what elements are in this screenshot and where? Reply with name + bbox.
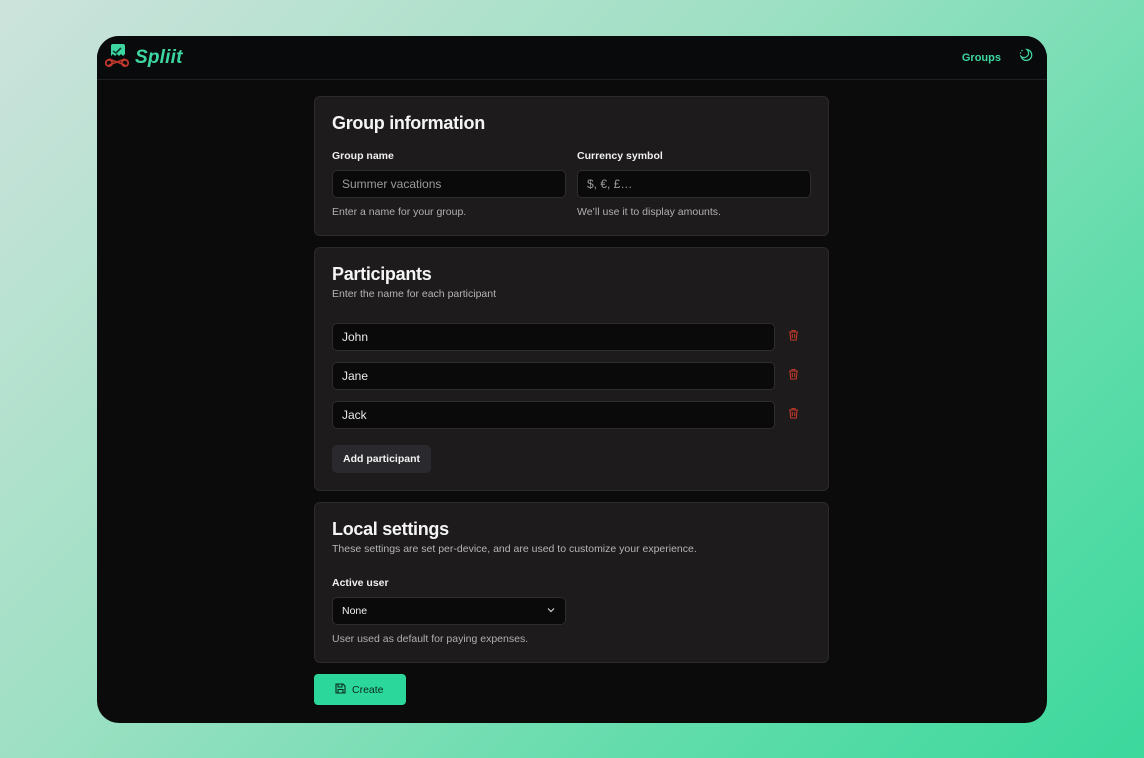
currency-symbol-input[interactable] [577,170,811,198]
currency-symbol-field: Currency symbol We’ll use it to display … [577,150,811,218]
create-group-button[interactable]: Create [314,674,406,705]
currency-symbol-help: We’ll use it to display amounts. [577,206,721,218]
trash-icon [788,367,799,385]
chevron-down-icon [546,602,556,620]
group-name-input[interactable] [332,170,566,198]
participant-name-input[interactable] [332,323,775,351]
local-settings-title: Local settings [332,519,449,539]
app-logo-icon [103,42,131,73]
participants-description: Enter the name for each participant [332,288,497,300]
main-content: Group information Group name Enter a nam… [314,96,829,705]
moon-sun-icon [1019,48,1033,67]
local-settings-card: Local settings These settings are set pe… [314,502,829,663]
participant-list [332,323,811,429]
active-user-help: User used as default for paying expenses… [332,633,529,645]
active-user-select[interactable]: None [332,597,566,625]
currency-symbol-label: Currency symbol [577,150,663,162]
participants-title: Participants [332,264,432,284]
add-participant-button[interactable]: Add participant [332,445,432,473]
trash-icon [788,406,799,424]
group-information-title: Group information [332,113,485,133]
remove-participant-button[interactable] [775,362,811,390]
create-button-label: Create [352,683,384,696]
app-window: Spliit Groups Group information Group na… [97,36,1047,723]
participant-name-input[interactable] [332,362,775,390]
active-user-label: Active user [332,577,389,589]
nav-groups-link[interactable]: Groups [962,52,1001,64]
brand-link[interactable]: Spliit [103,42,183,73]
group-name-field: Group name Enter a name for your group. [332,150,566,218]
participant-name-input[interactable] [332,401,775,429]
remove-participant-button[interactable] [775,323,811,351]
theme-toggle-button[interactable] [1017,48,1035,67]
group-information-card: Group information Group name Enter a nam… [314,96,829,236]
group-info-fields: Group name Enter a name for your group. … [332,150,811,218]
remove-participant-button[interactable] [775,401,811,429]
group-name-help: Enter a name for your group. [332,206,467,218]
participant-row [332,401,811,429]
participants-card: Participants Enter the name for each par… [314,247,829,491]
app-name: Spliit [135,46,183,68]
participant-row [332,362,811,390]
participant-row [332,323,811,351]
group-name-label: Group name [332,150,394,162]
active-user-value: None [342,605,368,617]
local-settings-description: These settings are set per-device, and a… [332,543,697,555]
trash-icon [788,328,799,346]
save-icon [335,682,346,697]
top-bar: Spliit Groups [97,36,1047,80]
